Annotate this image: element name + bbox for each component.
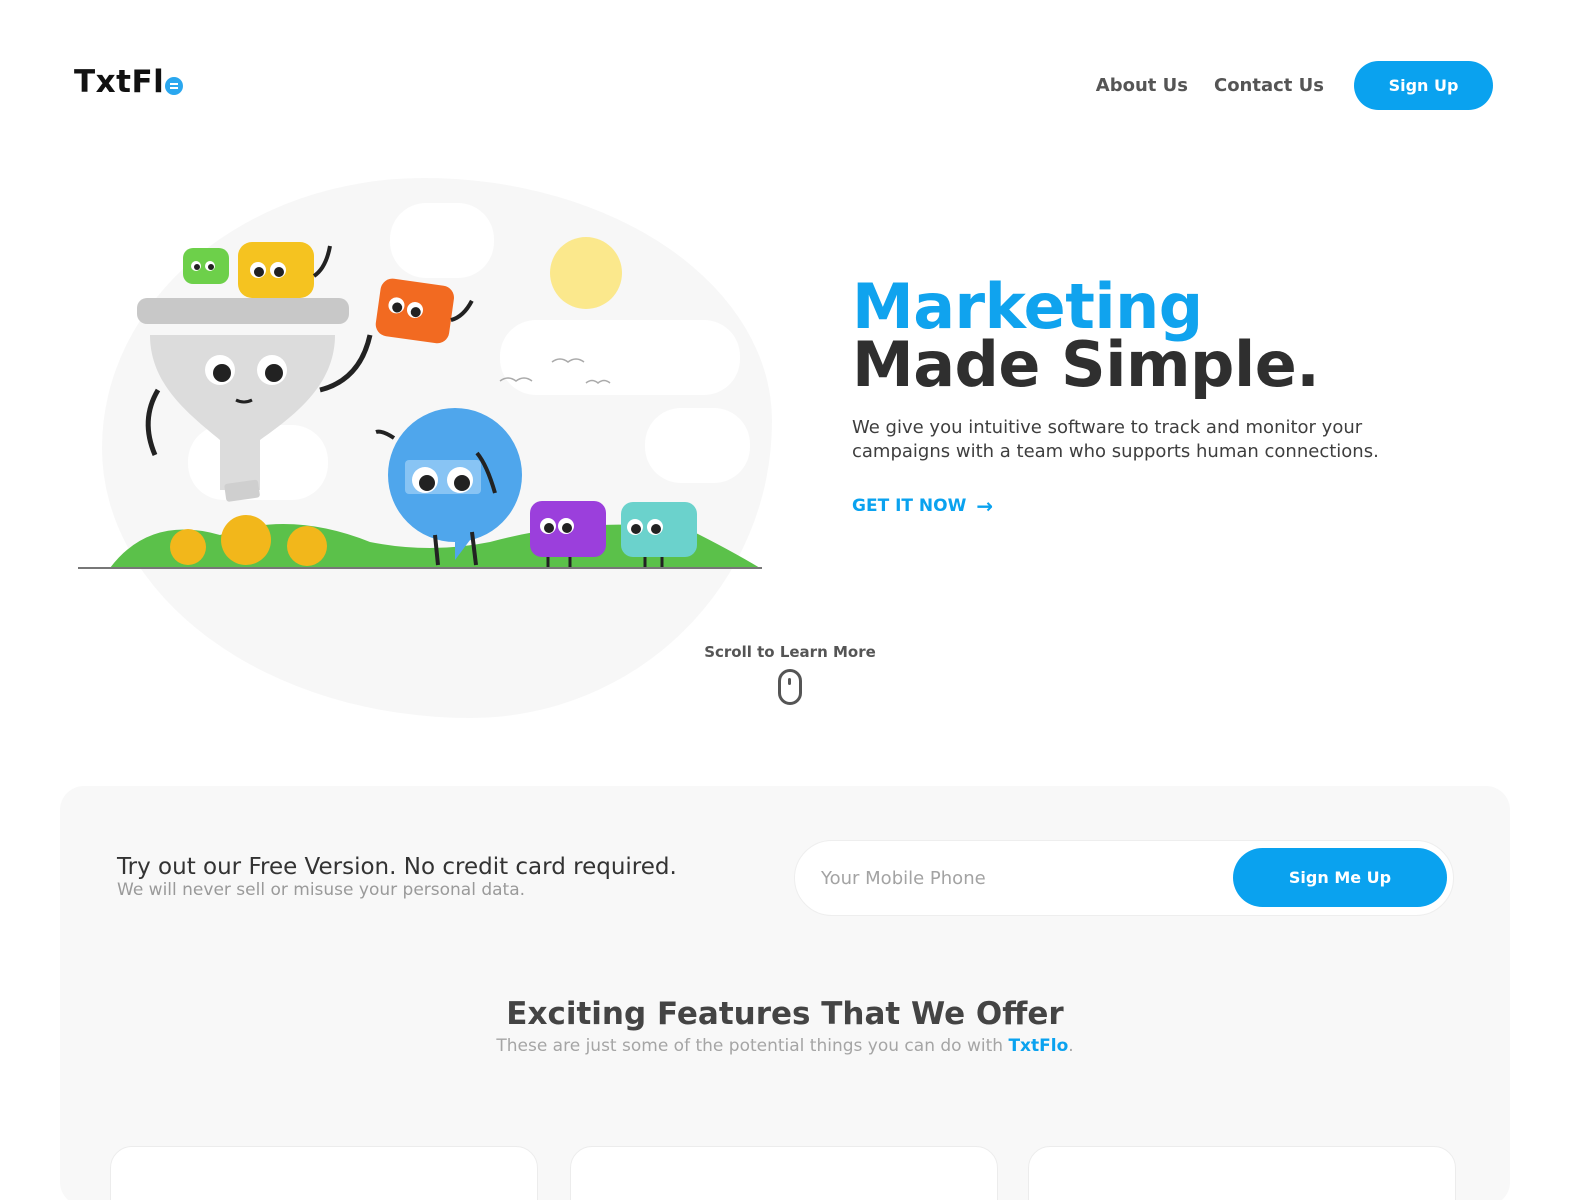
trial-title: Try out our Free Version. No credit card…: [117, 854, 677, 880]
arrow-right-icon: →: [976, 494, 994, 518]
sign-me-up-button[interactable]: Sign Me Up: [1233, 848, 1447, 907]
green-chat-character-icon: [183, 248, 229, 284]
hero-illustration: [78, 203, 762, 569]
features-subtitle-suffix: .: [1068, 1036, 1074, 1056]
site-header: TxtFl About Us Contact Us Sign Up: [0, 0, 1589, 170]
main-nav: About Us Contact Us Sign Up: [1096, 61, 1493, 110]
features-title: Exciting Features That We Offer: [506, 996, 1064, 1032]
features-subtitle: These are just some of the potential thi…: [60, 1036, 1510, 1056]
trial-subtitle: We will never sell or misuse your person…: [117, 880, 526, 900]
hero-description: We give you intuitive software to track …: [852, 417, 1379, 462]
trial-features-panel: Try out our Free Version. No credit card…: [60, 786, 1510, 1200]
yellow-coin-characters-icon: [170, 515, 327, 566]
scroll-hint-label: Scroll to Learn More: [704, 643, 876, 661]
logo-text: TxtFl: [74, 64, 165, 100]
feature-card[interactable]: [110, 1146, 538, 1200]
sun-icon: [550, 237, 622, 309]
chat-bubble-logo-icon: [165, 77, 184, 95]
sign-up-button[interactable]: Sign Up: [1354, 61, 1493, 110]
phone-signup-form: Sign Me Up: [794, 840, 1454, 916]
logo[interactable]: TxtFl: [74, 64, 184, 100]
get-it-now-link[interactable]: GET IT NOW →: [852, 494, 993, 518]
feature-card[interactable]: [1028, 1146, 1456, 1200]
nav-contact-us[interactable]: Contact Us: [1214, 75, 1324, 96]
mobile-phone-input[interactable]: [821, 861, 1221, 895]
funnel-character-icon: [137, 298, 373, 502]
orange-chat-character-icon: [375, 278, 474, 344]
hero-title: Made Simple.: [852, 328, 1320, 401]
scroll-hint[interactable]: Scroll to Learn More: [690, 643, 890, 705]
feature-card[interactable]: [570, 1146, 998, 1200]
nav-about-us[interactable]: About Us: [1096, 75, 1188, 96]
get-it-now-label: GET IT NOW: [852, 496, 967, 516]
mouse-icon: [778, 669, 802, 705]
features-subtitle-brand: TxtFlo: [1008, 1036, 1069, 1056]
hero-text: Marketing Made Simple. We give you intui…: [852, 276, 1492, 519]
features-subtitle-text: These are just some of the potential thi…: [496, 1036, 1009, 1056]
yellow-chat-character-icon: [238, 242, 332, 298]
